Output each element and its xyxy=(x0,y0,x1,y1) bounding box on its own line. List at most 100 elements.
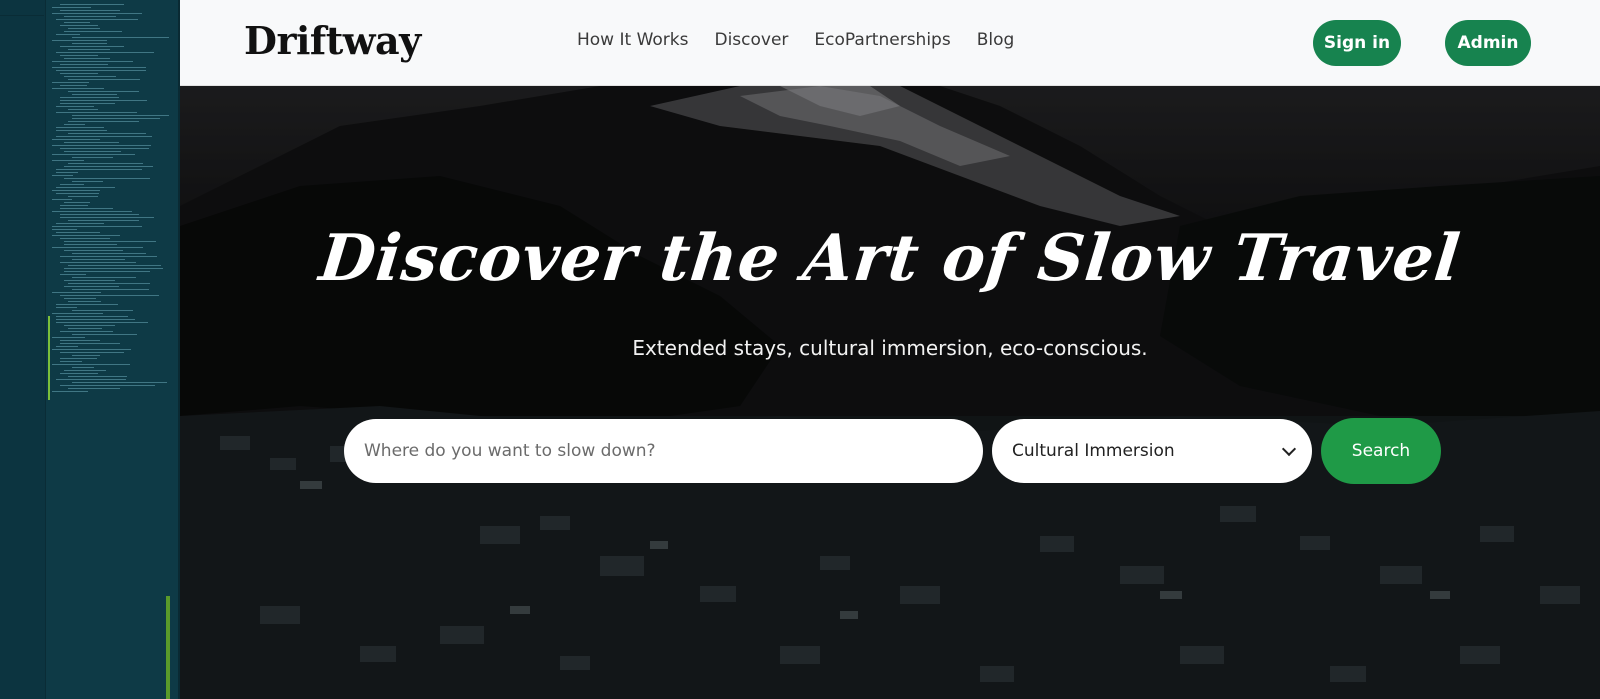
code-line xyxy=(52,226,142,227)
code-line xyxy=(68,388,120,389)
code-line xyxy=(52,235,120,236)
code-line xyxy=(52,139,100,140)
code-line xyxy=(64,166,153,167)
code-line xyxy=(60,217,154,218)
code-line xyxy=(56,193,99,194)
code-line xyxy=(56,319,135,320)
nav-blog[interactable]: Blog xyxy=(977,30,1015,50)
navbar: Driftway How It Works Discover EcoPartne… xyxy=(180,0,1600,86)
code-line xyxy=(60,184,84,185)
code-line xyxy=(60,274,86,275)
code-line xyxy=(72,310,133,311)
code-line xyxy=(72,181,103,182)
code-line xyxy=(60,331,113,332)
code-line xyxy=(52,199,72,200)
code-line xyxy=(64,325,115,326)
code-line xyxy=(60,100,147,101)
code-line xyxy=(60,238,110,239)
code-line xyxy=(68,328,102,329)
code-line xyxy=(52,190,100,191)
code-line xyxy=(60,208,113,209)
website-preview: Driftway How It Works Discover EcoPartne… xyxy=(180,0,1600,699)
nav-how-it-works[interactable]: How It Works xyxy=(577,30,688,50)
nav-discover[interactable]: Discover xyxy=(714,30,788,50)
code-line xyxy=(56,19,138,20)
code-line xyxy=(64,16,116,17)
code-line xyxy=(52,211,132,212)
code-line xyxy=(72,157,113,158)
code-line xyxy=(52,313,103,314)
code-line xyxy=(56,172,78,173)
code-line xyxy=(56,70,146,71)
brand-logo[interactable]: Driftway xyxy=(244,18,421,63)
code-line xyxy=(60,256,157,257)
code-line xyxy=(68,28,100,29)
code-line xyxy=(52,175,73,176)
code-line xyxy=(56,322,148,323)
nav-ecopartnerships[interactable]: EcoPartnerships xyxy=(814,30,950,50)
code-line xyxy=(60,103,115,104)
code-line xyxy=(60,55,98,56)
search-button[interactable]: Search xyxy=(1321,418,1441,484)
code-line xyxy=(72,382,167,383)
code-line xyxy=(52,337,85,338)
code-line xyxy=(52,160,84,161)
code-line xyxy=(56,346,78,347)
editor-gutter xyxy=(0,0,46,699)
code-line xyxy=(64,271,150,272)
code-line xyxy=(60,295,159,296)
chevron-down-icon xyxy=(1281,441,1297,457)
code-line xyxy=(72,367,94,368)
code-line xyxy=(72,334,137,335)
code-line xyxy=(72,355,100,356)
code-line xyxy=(56,187,115,188)
sign-in-button[interactable]: Sign in xyxy=(1313,20,1401,66)
code-line xyxy=(52,391,88,392)
code-line xyxy=(60,97,119,98)
destination-search-input[interactable] xyxy=(344,419,983,483)
code-line xyxy=(68,91,139,92)
code-line xyxy=(60,25,98,26)
code-line xyxy=(72,43,107,44)
code-line xyxy=(64,58,110,59)
code-line xyxy=(60,10,120,11)
code-line xyxy=(56,223,104,224)
code-line xyxy=(56,304,118,305)
code-line xyxy=(60,4,124,5)
code-line xyxy=(52,364,130,365)
code-line xyxy=(64,250,123,251)
category-select[interactable]: Cultural Immersion xyxy=(992,419,1312,483)
code-line xyxy=(68,376,127,377)
code-line xyxy=(56,379,126,380)
hero-section: Discover the Art of Slow Travel Extended… xyxy=(180,86,1600,699)
code-line xyxy=(68,133,146,134)
code-line xyxy=(68,220,139,221)
code-line xyxy=(52,145,151,146)
category-select-value: Cultural Immersion xyxy=(1012,441,1175,461)
code-line xyxy=(72,289,149,290)
code-line xyxy=(60,262,136,263)
code-line xyxy=(52,61,133,62)
code-line xyxy=(60,85,87,86)
code-line xyxy=(64,124,85,125)
code-line xyxy=(68,301,101,302)
nav-links: How It Works Discover EcoPartnerships Bl… xyxy=(577,30,1040,50)
hero-subtitle: Extended stays, cultural immersion, eco-… xyxy=(632,336,1148,360)
code-line xyxy=(64,244,117,245)
code-line xyxy=(52,229,77,230)
code-line xyxy=(68,283,150,284)
code-line xyxy=(68,265,161,266)
code-line xyxy=(60,343,120,344)
code-line xyxy=(60,373,98,374)
admin-button[interactable]: Admin xyxy=(1445,20,1531,66)
code-line xyxy=(72,118,160,119)
code-line xyxy=(52,292,101,293)
code-line xyxy=(56,232,100,233)
scroll-indicator[interactable] xyxy=(166,596,170,699)
code-line xyxy=(60,73,98,74)
code-line xyxy=(64,76,116,77)
code-line xyxy=(64,178,150,179)
code-line xyxy=(72,94,117,95)
code-line xyxy=(72,277,136,278)
code-line xyxy=(52,82,89,83)
